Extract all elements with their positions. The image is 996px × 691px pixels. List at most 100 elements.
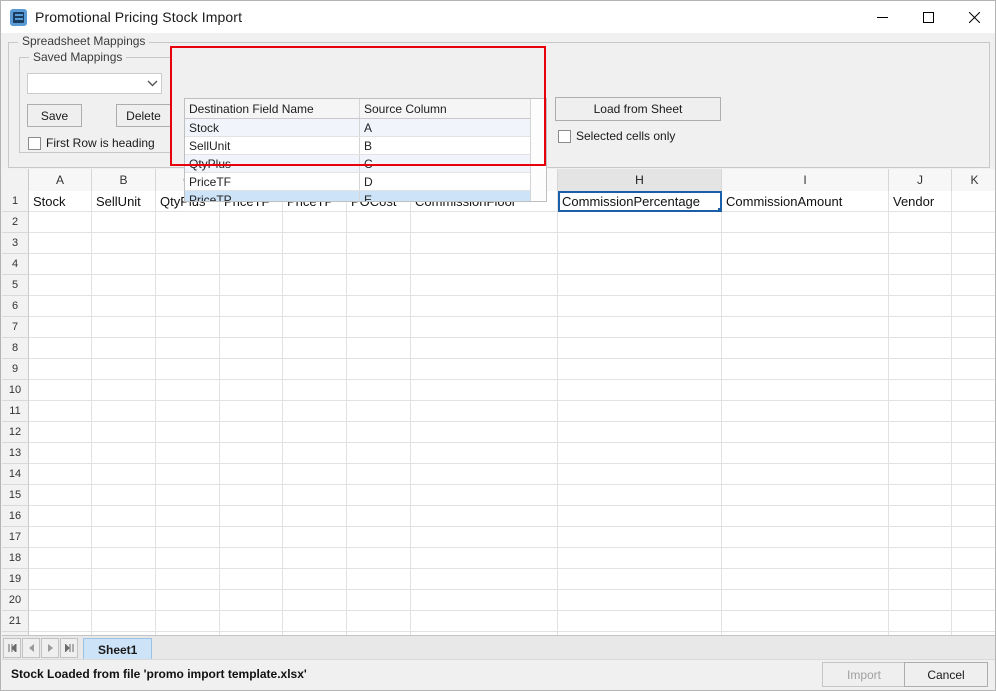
cell-F11[interactable] — [347, 401, 411, 422]
table-row[interactable]: 4 — [2, 254, 996, 275]
row-header-3[interactable]: 3 — [2, 233, 29, 254]
row-header-2[interactable]: 2 — [2, 212, 29, 233]
cell-B1[interactable]: SellUnit — [92, 191, 156, 212]
row-header-12[interactable]: 12 — [2, 422, 29, 443]
cell-A9[interactable] — [29, 359, 92, 380]
row-header-17[interactable]: 17 — [2, 527, 29, 548]
cell-H6[interactable] — [558, 296, 722, 317]
cell-D20[interactable] — [220, 590, 283, 611]
cell-J2[interactable] — [889, 212, 952, 233]
cell-C6[interactable] — [156, 296, 220, 317]
cell-E12[interactable] — [283, 422, 347, 443]
table-row[interactable]: 14 — [2, 464, 996, 485]
cell-K7[interactable] — [952, 317, 996, 338]
cell-K9[interactable] — [952, 359, 996, 380]
cell-F8[interactable] — [347, 338, 411, 359]
cell-B18[interactable] — [92, 548, 156, 569]
cell-A14[interactable] — [29, 464, 92, 485]
cell-D5[interactable] — [220, 275, 283, 296]
table-row[interactable]: 17 — [2, 527, 996, 548]
cell-H3[interactable] — [558, 233, 722, 254]
cell-K15[interactable] — [952, 485, 996, 506]
load-from-sheet-button[interactable]: Load from Sheet — [555, 97, 721, 121]
cell-H1[interactable]: CommissionPercentage — [558, 191, 722, 212]
cell-K10[interactable] — [952, 380, 996, 401]
row-header-1[interactable]: 1 — [2, 191, 29, 212]
mapping-row[interactable]: PriceTF D — [185, 173, 530, 191]
row-header-19[interactable]: 19 — [2, 569, 29, 590]
column-header-b[interactable]: B — [92, 169, 156, 191]
cell-B4[interactable] — [92, 254, 156, 275]
minimize-button[interactable] — [859, 1, 905, 33]
cell-A16[interactable] — [29, 506, 92, 527]
cell-G8[interactable] — [411, 338, 558, 359]
cell-C17[interactable] — [156, 527, 220, 548]
cell-A12[interactable] — [29, 422, 92, 443]
cell-D11[interactable] — [220, 401, 283, 422]
column-header-i[interactable]: I — [722, 169, 889, 191]
cell-B11[interactable] — [92, 401, 156, 422]
cell-C4[interactable] — [156, 254, 220, 275]
row-header-20[interactable]: 20 — [2, 590, 29, 611]
cell-D16[interactable] — [220, 506, 283, 527]
import-button[interactable]: Import — [822, 662, 906, 687]
cell-J8[interactable] — [889, 338, 952, 359]
cell-J20[interactable] — [889, 590, 952, 611]
save-button[interactable]: Save — [27, 104, 82, 127]
cell-F16[interactable] — [347, 506, 411, 527]
cell-C12[interactable] — [156, 422, 220, 443]
cell-G10[interactable] — [411, 380, 558, 401]
cell-E20[interactable] — [283, 590, 347, 611]
cell-B16[interactable] — [92, 506, 156, 527]
cell-F14[interactable] — [347, 464, 411, 485]
cell-C14[interactable] — [156, 464, 220, 485]
cell-G6[interactable] — [411, 296, 558, 317]
cell-A19[interactable] — [29, 569, 92, 590]
selected-cells-only-checkbox[interactable]: Selected cells only — [558, 129, 675, 143]
cell-K18[interactable] — [952, 548, 996, 569]
row-header-9[interactable]: 9 — [2, 359, 29, 380]
column-header-j[interactable]: J — [889, 169, 952, 191]
cell-H15[interactable] — [558, 485, 722, 506]
table-row[interactable]: 19 — [2, 569, 996, 590]
cell-K11[interactable] — [952, 401, 996, 422]
cell-C9[interactable] — [156, 359, 220, 380]
cell-A20[interactable] — [29, 590, 92, 611]
table-row[interactable]: 13 — [2, 443, 996, 464]
cell-H9[interactable] — [558, 359, 722, 380]
cell-F7[interactable] — [347, 317, 411, 338]
cell-J6[interactable] — [889, 296, 952, 317]
cell-H16[interactable] — [558, 506, 722, 527]
cell-J7[interactable] — [889, 317, 952, 338]
cell-B5[interactable] — [92, 275, 156, 296]
cell-B17[interactable] — [92, 527, 156, 548]
cell-F4[interactable] — [347, 254, 411, 275]
delete-button[interactable]: Delete — [116, 104, 171, 127]
cell-B19[interactable] — [92, 569, 156, 590]
cell-E14[interactable] — [283, 464, 347, 485]
cell-D13[interactable] — [220, 443, 283, 464]
cell-A10[interactable] — [29, 380, 92, 401]
cell-J21[interactable] — [889, 611, 952, 632]
mapping-row[interactable]: Stock A — [185, 119, 530, 137]
table-row[interactable]: 21 — [2, 611, 996, 632]
cell-I4[interactable] — [722, 254, 889, 275]
cell-C13[interactable] — [156, 443, 220, 464]
saved-mappings-combobox[interactable] — [27, 73, 162, 94]
cell-J16[interactable] — [889, 506, 952, 527]
cell-G12[interactable] — [411, 422, 558, 443]
cell-I10[interactable] — [722, 380, 889, 401]
column-header-a[interactable]: A — [29, 169, 92, 191]
cell-B8[interactable] — [92, 338, 156, 359]
cell-E21[interactable] — [283, 611, 347, 632]
cell-J3[interactable] — [889, 233, 952, 254]
cell-I19[interactable] — [722, 569, 889, 590]
cell-G18[interactable] — [411, 548, 558, 569]
row-header-8[interactable]: 8 — [2, 338, 29, 359]
cell-F13[interactable] — [347, 443, 411, 464]
cell-F18[interactable] — [347, 548, 411, 569]
mapping-grid[interactable]: Destination Field Name Source Column Sto… — [184, 98, 547, 202]
table-row[interactable]: 20 — [2, 590, 996, 611]
cell-E8[interactable] — [283, 338, 347, 359]
cell-H5[interactable] — [558, 275, 722, 296]
